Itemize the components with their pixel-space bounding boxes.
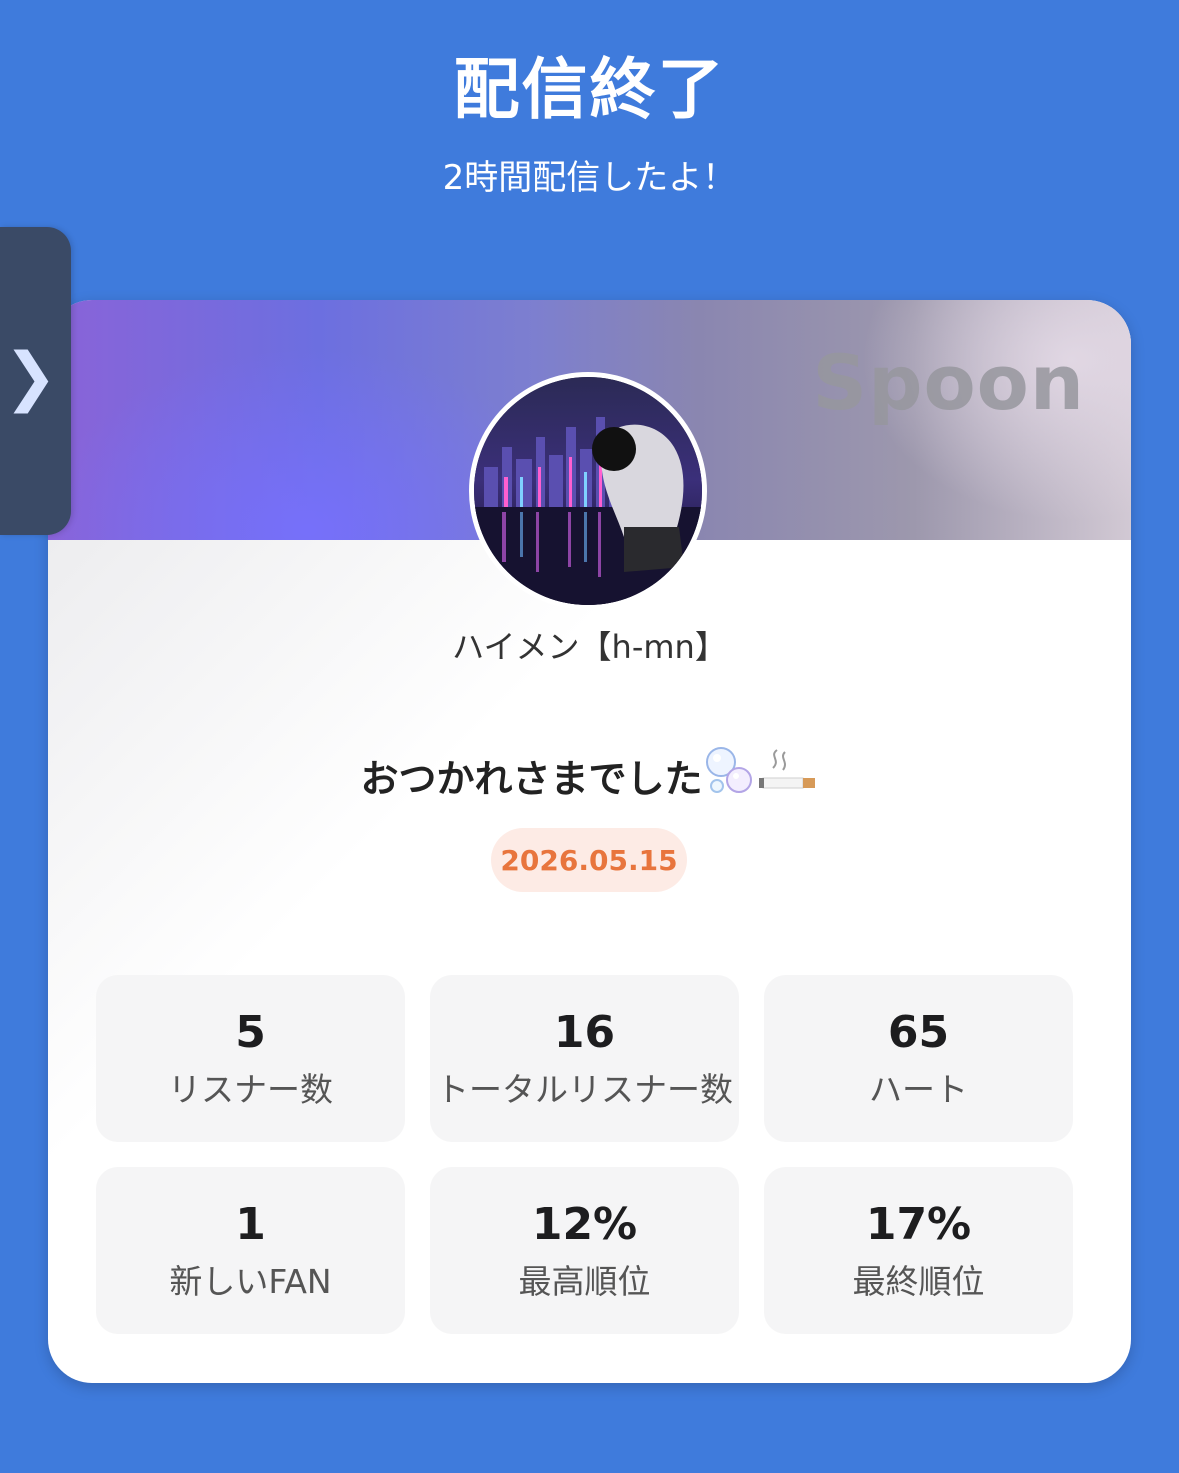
avatar[interactable] — [469, 372, 707, 610]
stat-value: 1 — [235, 1199, 266, 1250]
username: ハイメン【h-mn】 — [452, 628, 727, 666]
cigarette-icon — [758, 746, 819, 805]
stat-label: 最終順位 — [852, 1262, 985, 1301]
stat-label: トータルリスナー数 — [436, 1070, 733, 1109]
stat-new-fans: 1 新しいFAN — [96, 1167, 405, 1334]
stat-value: 17% — [865, 1199, 972, 1250]
stat-hearts: 65 ハート — [764, 975, 1073, 1142]
spoon-logo: Spoon — [812, 338, 1085, 427]
bubbles-icon — [703, 746, 759, 805]
stat-highest-rank: 12% 最高順位 — [430, 1167, 739, 1334]
stat-value: 16 — [553, 1007, 616, 1058]
stat-listeners: 5 リスナー数 — [96, 975, 405, 1142]
broadcast-date-badge: 2026.05.15 — [491, 828, 687, 892]
stat-value: 65 — [887, 1007, 950, 1058]
side-panel-toggle[interactable]: ❯ — [0, 227, 71, 535]
stat-value: 12% — [531, 1199, 638, 1250]
stat-value: 5 — [235, 1007, 266, 1058]
stat-label: ハート — [869, 1070, 968, 1109]
closing-message-text: おつかれさまでした — [360, 757, 703, 801]
closing-message: おつかれさまでした — [48, 746, 1131, 805]
page-title: 配信終了 — [453, 51, 726, 128]
stat-label: 最高順位 — [518, 1262, 651, 1301]
stat-label: 新しいFAN — [169, 1262, 332, 1301]
chevron-right-icon: ❯ — [3, 340, 58, 414]
stat-final-rank: 17% 最終順位 — [764, 1167, 1073, 1334]
page-subtitle: 2時間配信したよ！ — [442, 158, 737, 198]
stat-total-listeners: 16 トータルリスナー数 — [430, 975, 739, 1142]
broadcast-summary-card: Spoon ハイメン【h-mn】 おつかれさまでした 2026.05.15 5 … — [48, 300, 1131, 1383]
stats-grid: 5 リスナー数 16 トータルリスナー数 65 ハート 1 新しいFAN 12%… — [96, 975, 1073, 1334]
avatar-image — [474, 377, 702, 605]
stat-label: リスナー数 — [168, 1070, 333, 1109]
